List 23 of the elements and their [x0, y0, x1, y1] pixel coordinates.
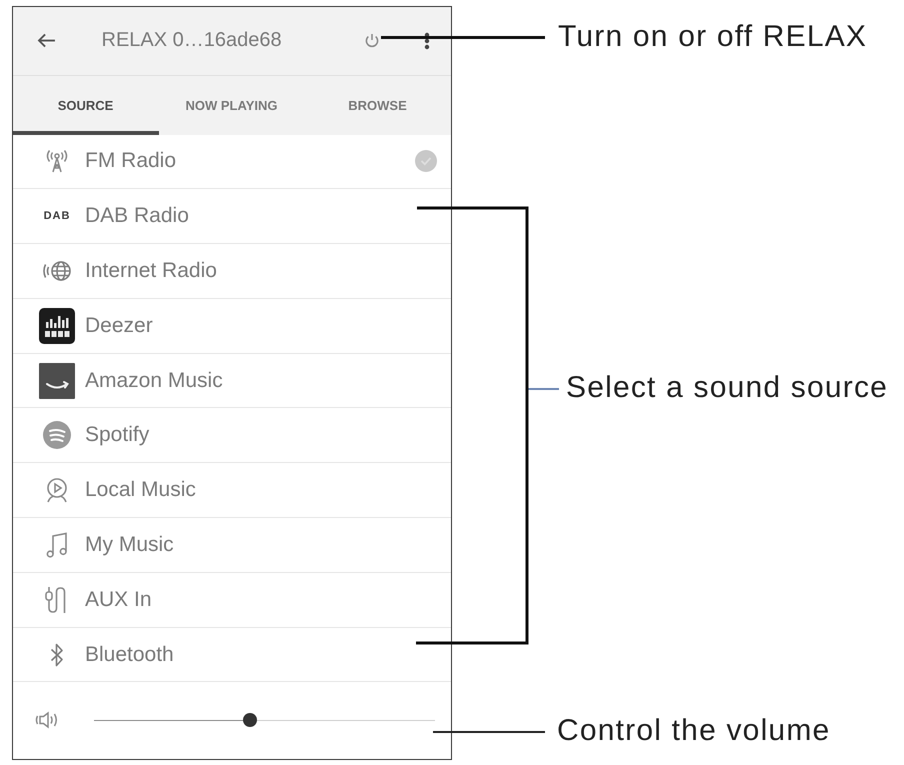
bluetooth-icon	[49, 642, 65, 668]
tab[interactable]: BROWSE	[304, 76, 450, 134]
device-title: RELAX 0…16ade68	[102, 29, 283, 52]
globe-icon	[42, 258, 72, 283]
slider-thumb[interactable]	[243, 713, 258, 728]
smile-tile-icon	[39, 362, 75, 399]
equalizer-tile-icon	[39, 308, 75, 344]
source-item[interactable]: Amazon Music	[12, 354, 450, 408]
antenna-icon	[44, 149, 70, 174]
curved-lines-circle-icon	[43, 421, 71, 450]
callout-text: Select a sound source	[566, 371, 888, 405]
source-item[interactable]: Bluetooth	[12, 628, 450, 682]
leader-line	[528, 388, 559, 390]
music-note-icon	[45, 530, 69, 559]
power-icon[interactable]	[364, 32, 380, 48]
volume-slider[interactable]	[94, 713, 434, 728]
logo-text: DAB	[44, 210, 70, 222]
tab[interactable]: NOW PLAYING	[158, 76, 304, 134]
callout-text: Control the volume	[557, 714, 830, 748]
play-circle-icon	[45, 476, 69, 504]
vertical-dots-icon[interactable]	[424, 32, 430, 50]
back-arrow-icon[interactable]	[36, 33, 56, 48]
callout-text: Turn on or off RELAX	[558, 20, 868, 54]
